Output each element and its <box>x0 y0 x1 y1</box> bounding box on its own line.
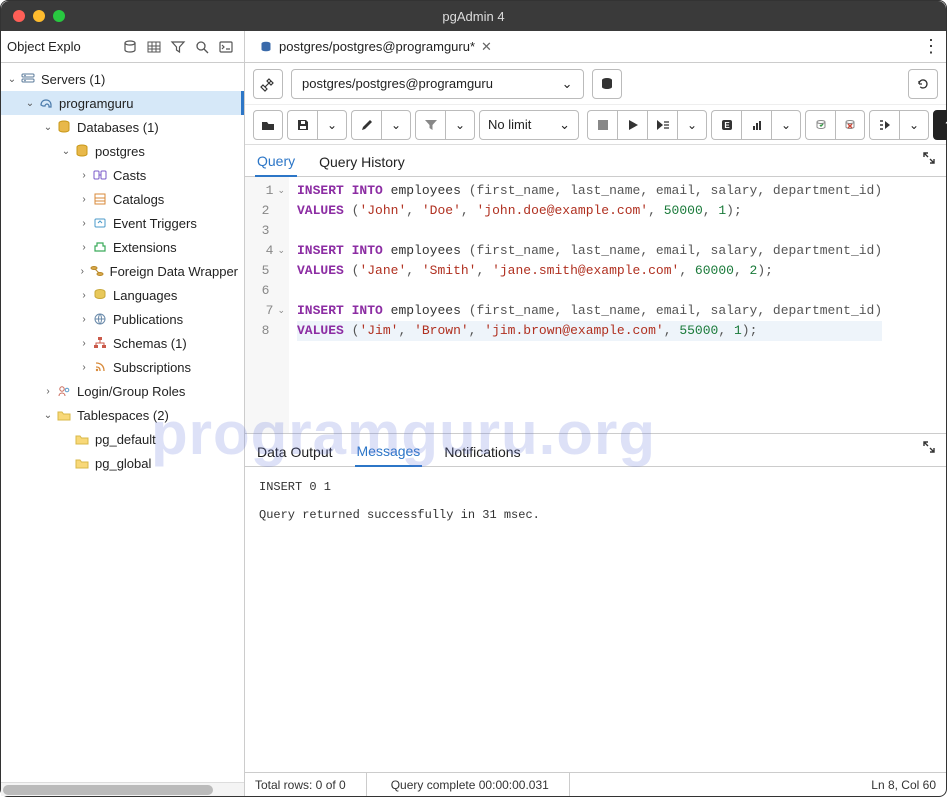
object-tree[interactable]: ⌄Servers (1) ⌄programguru ⌄Databases (1)… <box>1 63 244 782</box>
tree-login-roles[interactable]: ›Login/Group Roles <box>1 379 244 403</box>
commit-button[interactable] <box>805 110 835 140</box>
tree-casts[interactable]: ›Casts <box>1 163 244 187</box>
edit-button[interactable] <box>351 110 381 140</box>
help-button[interactable]: ? <box>933 110 947 140</box>
explain-button[interactable]: E <box>711 110 741 140</box>
database-icon <box>259 40 273 54</box>
save-button[interactable] <box>287 110 317 140</box>
save-dropdown[interactable]: ⌄ <box>317 110 347 140</box>
status-rows: Total rows: 0 of 0 <box>255 773 367 796</box>
tree-servers[interactable]: ⌄Servers (1) <box>1 67 244 91</box>
message-line: INSERT 0 1 <box>259 477 932 497</box>
chevron-down-icon: ⌄ <box>559 117 570 133</box>
reset-layout-button[interactable] <box>908 69 938 99</box>
message-line: Query returned successfully in 31 msec. <box>259 505 932 525</box>
close-icon[interactable]: ✕ <box>481 39 492 55</box>
folder-icon <box>73 430 91 448</box>
window-minimize[interactable] <box>33 10 45 22</box>
open-file-button[interactable] <box>253 110 283 140</box>
tab-query[interactable]: postgres/postgres@programguru* ✕ <box>251 35 500 59</box>
tree-catalogs[interactable]: ›Catalogs <box>1 187 244 211</box>
sidebar-tool-1[interactable] <box>118 35 142 59</box>
tree-publications[interactable]: ›Publications <box>1 307 244 331</box>
tree-subscriptions[interactable]: ›Subscriptions <box>1 355 244 379</box>
event-triggers-icon <box>91 214 109 232</box>
sidebar-tool-terminal[interactable] <box>214 35 238 59</box>
tree-ts-default[interactable]: pg_default <box>1 427 244 451</box>
tree-ts-global[interactable]: pg_global <box>1 451 244 475</box>
connection-server-button[interactable] <box>592 69 622 99</box>
execute-button[interactable] <box>617 110 647 140</box>
catalogs-icon <box>91 190 109 208</box>
status-complete: Query complete 00:00:00.031 <box>391 773 570 796</box>
status-cursor-pos: Ln 8, Col 60 <box>871 778 936 792</box>
stop-button[interactable] <box>587 110 617 140</box>
titlebar: pgAdmin 4 <box>1 1 946 31</box>
tab-data-output[interactable]: Data Output <box>255 438 335 466</box>
explain-dropdown[interactable]: ⌄ <box>771 110 801 140</box>
fdw-icon <box>88 262 106 280</box>
sql-editor[interactable]: 1 ⌄ 2 3 4 ⌄ 5 6 7 ⌄ 8 INSERT INTO employ… <box>245 177 946 433</box>
window-maximize[interactable] <box>53 10 65 22</box>
line-gutter: 1 ⌄ 2 3 4 ⌄ 5 6 7 ⌄ 8 <box>245 177 289 433</box>
schemas-icon <box>91 334 109 352</box>
tree-extensions[interactable]: ›Extensions <box>1 235 244 259</box>
tab-query-history[interactable]: Query History <box>317 148 407 176</box>
sidebar-hscroll[interactable] <box>1 782 244 796</box>
servers-icon <box>19 70 37 88</box>
status-bar: Total rows: 0 of 0 Query complete 00:00:… <box>245 772 946 796</box>
kebab-menu-icon[interactable]: ⋮ <box>922 36 940 57</box>
window-close[interactable] <box>13 10 25 22</box>
elephant-icon <box>37 94 55 112</box>
tree-server-programguru[interactable]: ⌄programguru <box>1 91 244 115</box>
tree-fdw[interactable]: ›Foreign Data Wrapper <box>1 259 244 283</box>
limit-select[interactable]: No limit⌄ <box>479 110 579 140</box>
subscriptions-icon <box>91 358 109 376</box>
query-toolbar: ⌄ ⌄ ⌄ No limit⌄ ⌄ E ⌄ <box>245 105 946 145</box>
execute-options-button[interactable] <box>647 110 677 140</box>
publications-icon <box>91 310 109 328</box>
tab-messages[interactable]: Messages <box>355 437 423 467</box>
extensions-icon <box>91 238 109 256</box>
sidebar-tool-filter[interactable] <box>166 35 190 59</box>
window-title: pgAdmin 4 <box>442 9 504 24</box>
tab-notifications[interactable]: Notifications <box>442 438 522 466</box>
tree-languages[interactable]: ›Languages <box>1 283 244 307</box>
database-icon <box>55 118 73 136</box>
edit-dropdown[interactable]: ⌄ <box>381 110 411 140</box>
sidebar-title: Object Explo <box>7 39 81 54</box>
tree-databases[interactable]: ⌄Databases (1) <box>1 115 244 139</box>
rollback-button[interactable] <box>835 110 865 140</box>
folder-icon <box>55 406 73 424</box>
object-explorer-sidebar: Object Explo ⌄Servers (1) ⌄programguru ⌄… <box>1 31 245 796</box>
connection-select[interactable]: postgres/postgres@programguru ⌄ <box>291 69 584 99</box>
filter-dropdown[interactable]: ⌄ <box>445 110 475 140</box>
tree-schemas[interactable]: ›Schemas (1) <box>1 331 244 355</box>
connection-status-button[interactable] <box>253 69 283 99</box>
database-icon <box>73 142 91 160</box>
tab-query-editor[interactable]: Query <box>255 147 297 177</box>
macros-dropdown[interactable]: ⌄ <box>899 110 929 140</box>
casts-icon <box>91 166 109 184</box>
tree-db-postgres[interactable]: ⌄postgres <box>1 139 244 163</box>
tree-tablespaces[interactable]: ⌄Tablespaces (2) <box>1 403 244 427</box>
editor-tabs: postgres/postgres@programguru* ✕ ⋮ <box>245 31 946 63</box>
expand-icon[interactable] <box>922 440 936 454</box>
chevron-down-icon: ⌄ <box>562 76 573 92</box>
execute-dropdown[interactable]: ⌄ <box>677 110 707 140</box>
macros-button[interactable] <box>869 110 899 140</box>
sidebar-tool-search[interactable] <box>190 35 214 59</box>
explain-analyze-button[interactable] <box>741 110 771 140</box>
folder-icon <box>73 454 91 472</box>
languages-icon <box>91 286 109 304</box>
login-roles-icon <box>55 382 73 400</box>
expand-icon[interactable] <box>922 151 936 165</box>
code-area[interactable]: INSERT INTO employees (first_name, last_… <box>289 177 890 433</box>
messages-panel: INSERT 0 1 Query returned successfully i… <box>245 467 946 772</box>
svg-text:E: E <box>724 121 730 130</box>
filter-button[interactable] <box>415 110 445 140</box>
tree-event-triggers[interactable]: ›Event Triggers <box>1 211 244 235</box>
sidebar-tool-grid[interactable] <box>142 35 166 59</box>
